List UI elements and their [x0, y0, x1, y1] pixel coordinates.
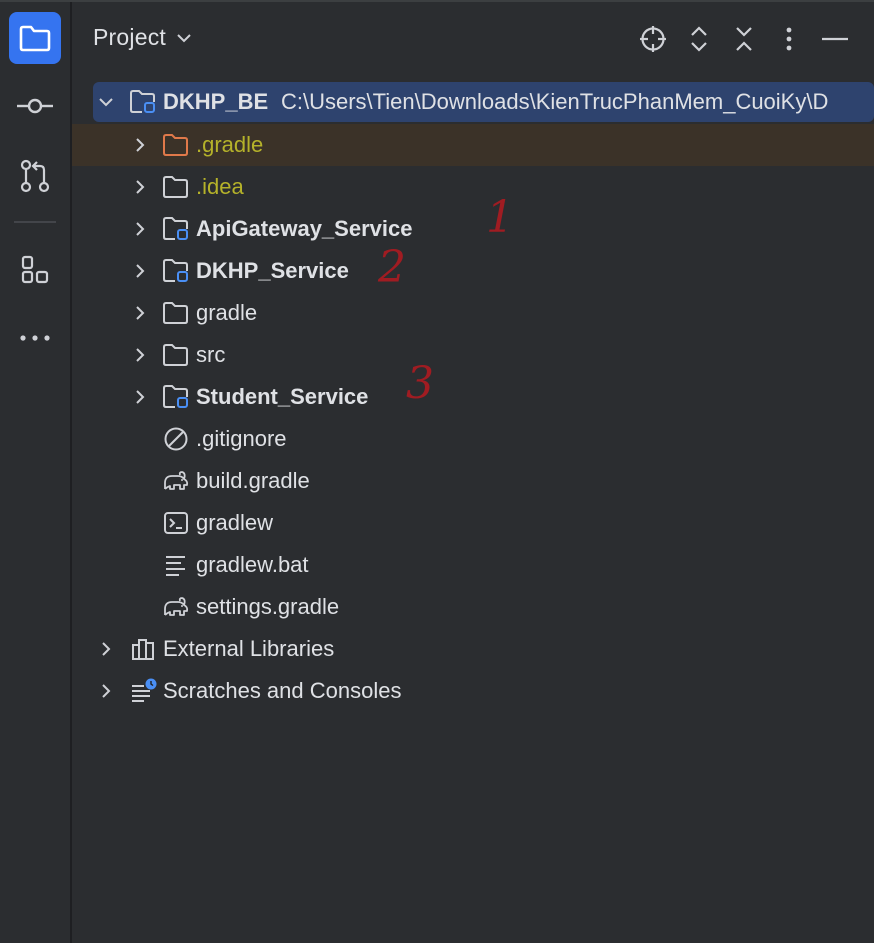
tree-row-apigateway-service[interactable]: ApiGateway_Service: [72, 208, 874, 250]
pull-requests-tool-button[interactable]: [9, 150, 61, 202]
structure-tool-button[interactable]: [9, 244, 61, 296]
pull-request-icon: [20, 159, 50, 193]
tree-row-label: gradle: [196, 300, 258, 325]
tree-row-gradlew-bat[interactable]: gradlew.bat: [72, 544, 874, 586]
gradle-elephant-icon: [162, 593, 190, 621]
tree-row-label: .idea: [196, 174, 244, 199]
annotation-1: 1: [486, 192, 514, 243]
expand-all-icon: [691, 26, 707, 52]
folder-icon: [19, 25, 51, 52]
chevron-right-icon[interactable]: [129, 218, 151, 240]
expand-all-button[interactable]: [684, 24, 714, 54]
scratches-icon: [130, 677, 158, 705]
tree-row-gradle[interactable]: gradle: [72, 292, 874, 334]
module-folder-icon: [162, 383, 190, 411]
chevron-right-icon[interactable]: [129, 176, 151, 198]
folder-icon: [162, 299, 190, 327]
project-panel: Project DKHP_BE C:\Users\Tien\Downloads\…: [72, 2, 874, 943]
tree-row-label: DKHP_BE: [163, 89, 269, 114]
tree-row-label: .gitignore: [196, 426, 287, 451]
project-tool-window: Project DKHP_BE C:\Users\Tien\Downloads\…: [0, 0, 874, 943]
tree-row-settings-gradle[interactable]: settings.gradle: [72, 586, 874, 628]
tree-row-label: Scratches and Consoles: [163, 678, 402, 703]
more-horizontal-icon: [20, 335, 50, 341]
structure-icon: [21, 255, 49, 284]
module-folder-icon: [162, 215, 190, 243]
tool-strip: [0, 2, 72, 943]
minimize-icon: [822, 37, 848, 41]
project-tool-button[interactable]: [9, 12, 61, 64]
commit-icon: [17, 98, 53, 114]
chevron-right-icon[interactable]: [129, 260, 151, 282]
chevron-right-icon[interactable]: [95, 680, 117, 702]
chevron-down-icon: [177, 33, 191, 42]
chevron-right-icon[interactable]: [129, 134, 151, 156]
tree-row-label: .gradle: [196, 132, 264, 157]
folder-icon: [162, 173, 190, 201]
tree-row-scratches[interactable]: Scratches and Consoles: [72, 670, 874, 712]
tree-row-gradlew[interactable]: gradlew: [72, 502, 874, 544]
select-opened-file-button[interactable]: [638, 24, 668, 54]
tree-row-label: gradlew.bat: [196, 552, 309, 577]
annotation-2: 2: [378, 242, 406, 293]
tree-row-label: External Libraries: [163, 636, 335, 661]
panel-title: Project: [93, 24, 166, 50]
library-icon: [130, 635, 158, 663]
tree-row-label: DKHP_Service: [196, 258, 349, 283]
tree-row-label: src: [196, 342, 226, 367]
folder-icon: [162, 341, 190, 369]
chevron-right-icon[interactable]: [129, 344, 151, 366]
view-selector[interactable]: Project: [93, 24, 192, 51]
options-button[interactable]: [774, 24, 804, 54]
more-tools-button[interactable]: [9, 312, 61, 364]
chevron-right-icon[interactable]: [95, 638, 117, 660]
tree-row-root[interactable]: DKHP_BE C:\Users\Tien\Downloads\KienTruc…: [93, 82, 874, 122]
panel-header: Project: [72, 2, 874, 76]
tree-row-student-service[interactable]: Student_Service: [72, 376, 874, 418]
excluded-folder-icon: [162, 131, 190, 159]
tree-row-label: build.gradle: [196, 468, 310, 493]
ignore-file-icon: [162, 425, 190, 453]
tree-row-gitignore[interactable]: .gitignore: [72, 418, 874, 460]
terminal-script-icon: [162, 509, 190, 537]
gradle-elephant-icon: [162, 467, 190, 495]
toolstrip-separator: [14, 221, 56, 223]
tree-row-label: settings.gradle: [196, 594, 340, 619]
tree-row-label: gradlew: [196, 510, 274, 535]
hide-panel-button[interactable]: [820, 24, 850, 54]
collapse-all-button[interactable]: [729, 24, 759, 54]
chevron-right-icon[interactable]: [129, 386, 151, 408]
crosshair-icon: [640, 26, 666, 52]
tree-row-label: ApiGateway_Service: [196, 216, 413, 241]
module-folder-icon: [129, 88, 157, 116]
module-folder-icon: [162, 257, 190, 285]
tree-row-idea[interactable]: .idea: [72, 166, 874, 208]
tree-row-dkhp-service[interactable]: DKHP_Service: [72, 250, 874, 292]
tree-row-label: Student_Service: [196, 384, 369, 409]
collapse-all-icon: [736, 27, 752, 51]
tree-row-src[interactable]: src: [72, 334, 874, 376]
commit-tool-button[interactable]: [9, 80, 61, 132]
text-file-icon: [162, 551, 190, 579]
chevron-down-icon[interactable]: [95, 91, 117, 113]
chevron-right-icon[interactable]: [129, 302, 151, 324]
tree-row-gradle-cache[interactable]: .gradle: [72, 124, 874, 166]
tree-row-build-gradle[interactable]: build.gradle: [72, 460, 874, 502]
project-path: C:\Users\Tien\Downloads\KienTrucPhanMem_…: [281, 89, 829, 114]
more-vertical-icon: [786, 27, 792, 51]
annotation-3: 3: [406, 358, 434, 409]
tree-row-external-libraries[interactable]: External Libraries: [72, 628, 874, 670]
